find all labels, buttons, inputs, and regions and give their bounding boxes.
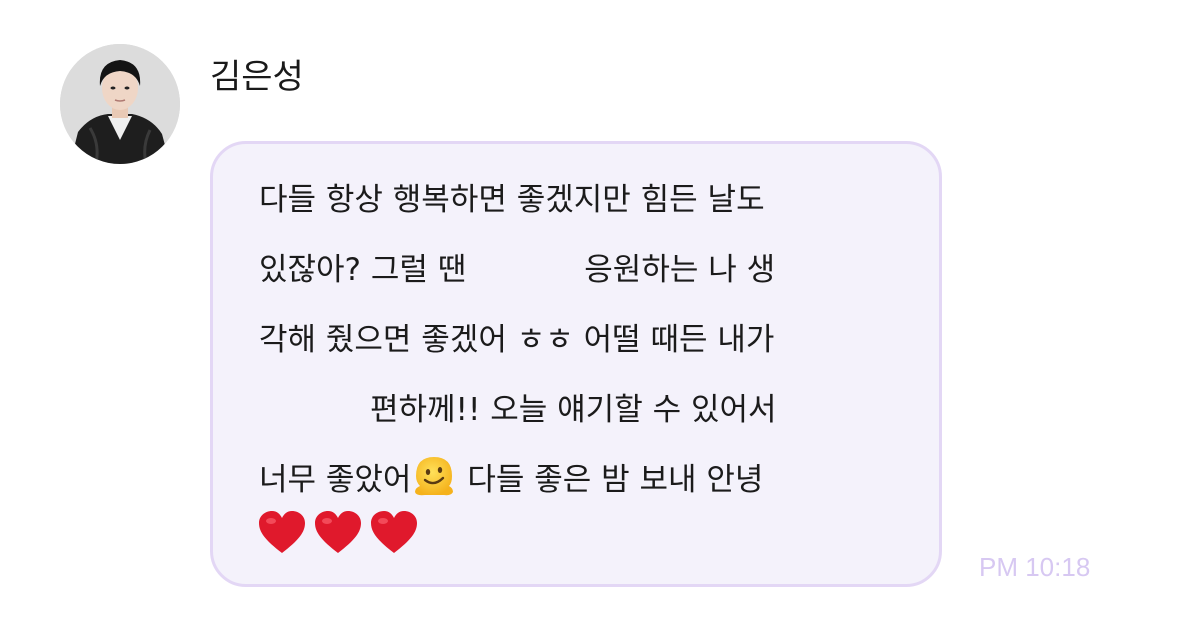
message-line-2: 있잖아? 그럴 땐 응원하는 나 생 xyxy=(259,250,775,290)
heart-icon xyxy=(257,510,307,566)
message-line-4: 편하께!! 오늘 얘기할 수 있어서 xyxy=(370,392,777,428)
message-timestamp: PM 10:18 xyxy=(979,552,1091,582)
message-line-5-start: 너무 좋았어 xyxy=(259,462,412,498)
message-line-3: 각해 줬으면 좋겠어 ㅎㅎ 어떨 때든 내가 xyxy=(259,322,775,358)
message-line-5: 너무 좋았어 다들 좋은 밤 보내 안녕 xyxy=(259,452,763,508)
melting-face-icon xyxy=(411,452,457,508)
message-line-2-end: 응원하는 나 생 xyxy=(584,252,776,288)
profile-photo xyxy=(60,44,180,164)
heart-icon xyxy=(369,510,419,566)
message-line-1: 다들 항상 행복하면 좋겠지만 힘든 날도 xyxy=(259,182,765,218)
chat-screen: 김은성 다들 항상 행복하면 좋겠지만 힘든 날도 있잖아? 그럴 땐 응원하는 … xyxy=(0,0,1200,633)
message-bubble[interactable]: 다들 항상 행복하면 좋겠지만 힘든 날도 있잖아? 그럴 땐 응원하는 나 생 … xyxy=(210,141,942,587)
message-line-6 xyxy=(257,510,419,566)
message-line-2-start: 있잖아? 그럴 땐 xyxy=(259,252,467,288)
message-line-5-end: 다들 좋은 밤 보내 안녕 xyxy=(457,462,764,498)
sender-name: 김은성 xyxy=(210,57,304,97)
avatar[interactable] xyxy=(60,44,180,164)
heart-icon xyxy=(313,510,363,566)
